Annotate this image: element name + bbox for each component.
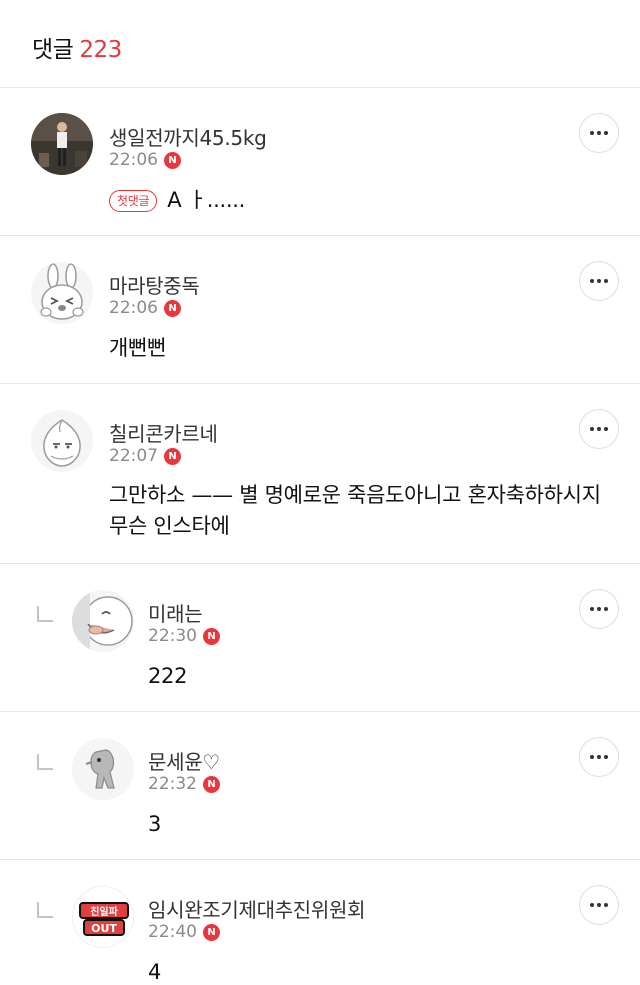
new-badge: N [203,775,220,793]
dot-icon [590,427,594,431]
author-name[interactable]: 생일전까지45.5kg [109,122,267,151]
comment-text: 3 [148,812,162,836]
comment-text: 4 [148,960,162,984]
new-badge: N [164,447,181,465]
reply-arrow-icon [37,902,53,918]
dot-icon [604,279,608,283]
face-character-icon [72,590,134,652]
author-name[interactable]: 임시완조기제대추진위원회 [148,894,366,923]
avatar[interactable] [72,738,134,800]
comment-count: 223 [79,37,122,63]
reply-item: 친일파 OUT 임시완조기제대추진위원회 22:40 N 4 [0,860,640,985]
timestamp: 22:07 [109,446,158,466]
reply-item: 문세윤♡ 22:32 N 3 [0,712,640,860]
dot-icon [597,279,601,283]
dot-icon [604,427,608,431]
author-name[interactable]: 미래는 [148,598,203,627]
dot-icon [604,903,608,907]
header-title-text: 댓글 [32,37,74,63]
comment-meta: 22:07 N [109,446,181,466]
reply-arrow-icon [37,754,53,770]
author-name[interactable]: 칠리콘카르네 [109,418,218,447]
svg-text:OUT: OUT [91,922,117,935]
gray-character-icon [72,738,134,800]
comment-text: 개뻔뻔 [109,336,167,360]
comment-meta: 22:32 N [148,774,220,794]
timestamp: 22:32 [148,774,197,794]
dot-icon [590,903,594,907]
comment-item: 칠리콘카르네 22:07 N 그만하소 —— 별 명예로운 죽음도아니고 혼자축… [0,384,640,564]
comment-item: 마라탕중독 22:06 N 개뻔뻔 [0,236,640,384]
reply-item: 미래는 22:30 N 222 [0,564,640,712]
dot-icon [604,755,608,759]
author-name[interactable]: 마라탕중독 [109,270,200,299]
dot-icon [590,755,594,759]
comments-header: 댓글 223 [0,0,640,88]
dot-icon [590,279,594,283]
dot-icon [604,131,608,135]
more-options-button[interactable] [579,409,619,449]
dot-icon [590,131,594,135]
comment-text: A ㅏ...... [167,188,245,212]
svg-text:친일파: 친일파 [90,905,118,918]
text-logo-icon: 친일파 OUT [73,887,133,947]
comment-meta: 22:06 N [109,150,181,170]
timestamp: 22:06 [109,298,158,318]
avatar[interactable] [31,113,93,175]
dot-icon [597,427,601,431]
first-comment-tag: 첫댓글 [109,190,158,212]
comment-text: 그만하소 —— 별 명예로운 죽음도아니고 혼자축하하시지 무슨 인스타에 [109,483,601,538]
timestamp: 22:06 [109,150,158,170]
avatar[interactable]: 친일파 OUT [72,886,134,948]
dot-icon [604,607,608,611]
more-options-button[interactable] [579,737,619,777]
author-name[interactable]: 문세윤♡ [148,746,220,775]
dot-icon [597,903,601,907]
comment-meta: 22:06 N [109,298,181,318]
new-badge: N [203,627,220,645]
dot-icon [590,607,594,611]
dot-icon [597,131,601,135]
timestamp: 22:40 [148,922,197,942]
header-title: 댓글 223 [32,30,122,64]
comment-meta: 22:40 N [148,922,220,942]
timestamp: 22:30 [148,626,197,646]
more-options-button[interactable] [579,589,619,629]
peach-character-icon [31,410,93,472]
avatar[interactable] [31,262,93,324]
photo-avatar-icon [31,113,93,175]
new-badge: N [164,299,181,317]
more-options-button[interactable] [579,885,619,925]
dot-icon [597,755,601,759]
avatar[interactable] [31,410,93,472]
dot-icon [597,607,601,611]
avatar[interactable] [72,590,134,652]
rabbit-character-icon [31,262,93,324]
comment-body: 첫댓글 A ㅏ...... [109,185,245,216]
new-badge: N [164,151,181,169]
comment-item: 생일전까지45.5kg 22:06 N 첫댓글 A ㅏ...... [0,88,640,236]
more-options-button[interactable] [579,261,619,301]
reply-arrow-icon [37,606,53,622]
comment-meta: 22:30 N [148,626,220,646]
more-options-button[interactable] [579,113,619,153]
new-badge: N [203,923,220,941]
comment-text: 222 [148,664,188,688]
